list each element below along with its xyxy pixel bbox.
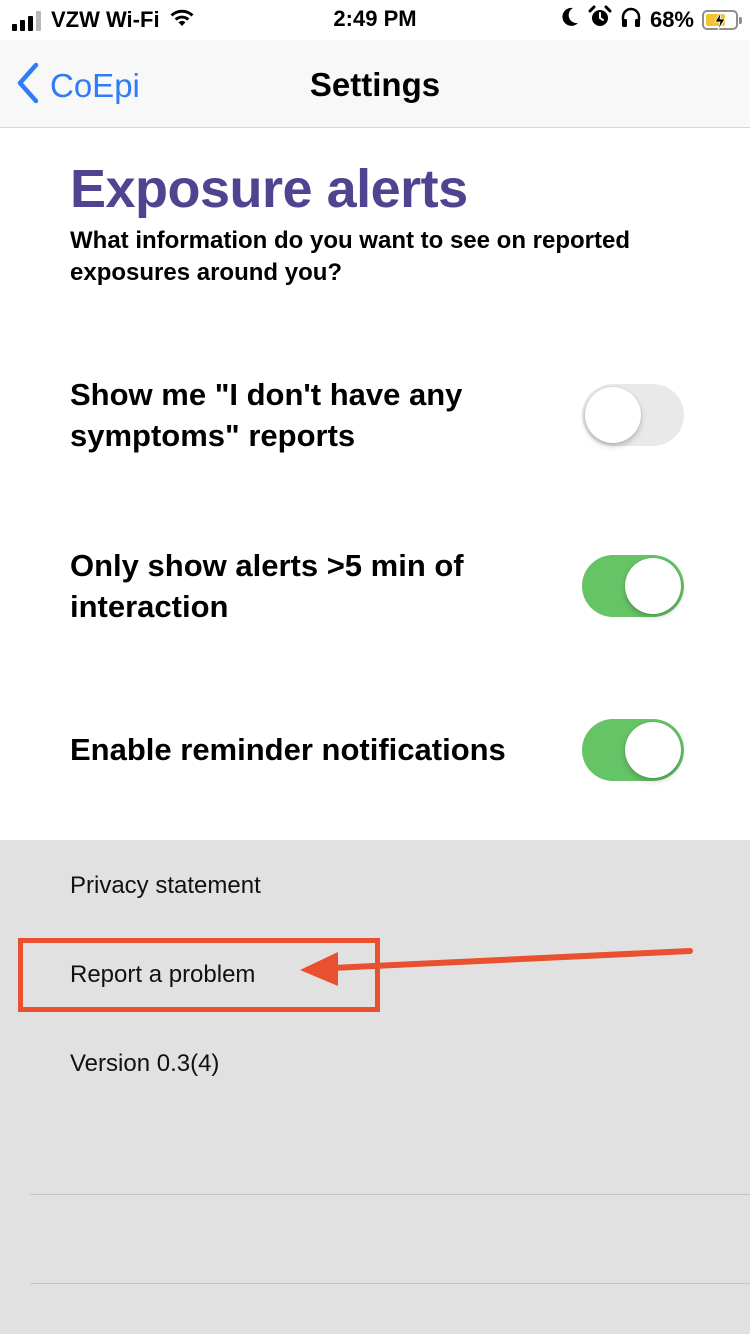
- annotation-arrow-icon: [300, 948, 693, 986]
